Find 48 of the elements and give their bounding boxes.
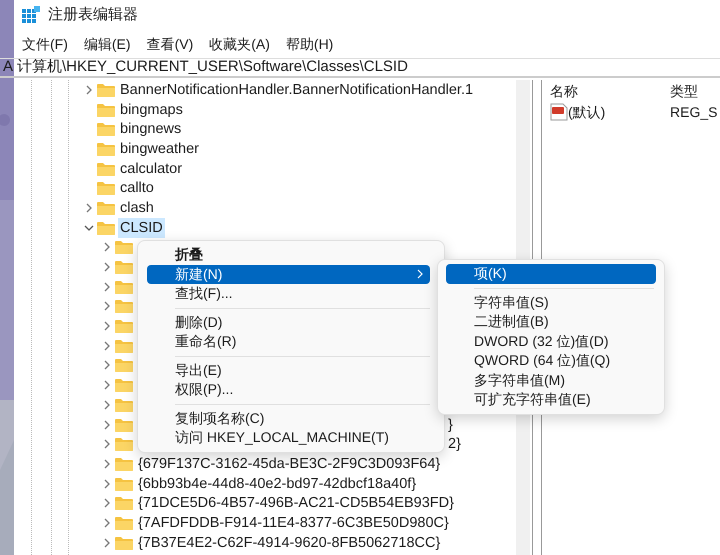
folder-icon [97,122,115,136]
menu-item[interactable]: 多字符串值(M) [446,370,656,390]
menu-item[interactable]: 查找(F)... [147,284,430,304]
menu-item[interactable]: 编辑(E) [76,34,139,54]
menu-item[interactable]: QWORD (64 位)值(Q) [446,351,656,370]
tree-item[interactable]: CLSID [118,218,165,238]
menu-item[interactable]: DWORD (32 位)值(D) [446,332,656,351]
tree-item[interactable]: {7B37E4E2-C62F-4914-9620-8FB5062718CC} [136,532,442,553]
tree-item[interactable]: calculator [118,158,184,179]
tree-item[interactable]: } [446,414,455,435]
value-name[interactable]: (默认) [568,102,606,122]
tree-item[interactable]: {7AFDFDDB-F914-11E4-8377-6C3BE50D980C} [136,512,451,533]
column-header[interactable]: 名称 [550,80,670,102]
folder-icon [115,496,133,510]
menu-item[interactable]: 导出(E) [147,360,430,380]
tree-item[interactable]: bingmaps [118,100,185,120]
menu-item[interactable]: 折叠 [147,245,430,264]
menu-item[interactable]: 查看(V) [138,34,202,54]
string-value-icon [550,103,568,121]
menu-item[interactable]: 可扩充字符串值(E) [446,390,656,410]
menu-item[interactable]: 重命名(R) [147,332,430,352]
app-icon [22,6,40,24]
tree-item[interactable]: {679F137C-3162-45da-BE3C-2F9C3D093F64} [136,454,442,474]
value-type: REG_S [670,102,718,122]
tree-item[interactable]: {6bb93b4e-44d8-40e2-bd97-42dbcf18a40f} [136,474,418,494]
menu-item[interactable]: 二进制值(B) [446,312,656,332]
tree-item[interactable]: BannerNotificationHandler.BannerNotificationHandler.1 [118,80,476,100]
menu-item[interactable]: 访问 HKEY_LOCAL_MACHINE(T) [147,428,430,448]
tree-item[interactable]: bingweather [118,138,201,159]
tree-item[interactable]: callto [118,178,156,198]
window-title: 注册表编辑器 [48,4,138,25]
menu-item[interactable]: 字符串值(S) [446,292,656,312]
tree-item[interactable]: clash [118,198,156,218]
menu-item[interactable]: 文件(F) [14,34,76,54]
tree-item[interactable]: bingnews [118,119,184,140]
menu-item[interactable]: 复制项名称(C) [147,408,430,428]
menu-item[interactable]: 权限(P)... [147,380,430,400]
tree-item[interactable]: 2} [446,434,463,454]
menu-item[interactable]: 收藏夹(A) [201,34,278,54]
address-field[interactable]: 计算机\HKEY_CURRENT_USER\Software\Classes\CLSID [17,59,408,76]
menu-item[interactable]: 新建(N) [147,264,430,284]
menu-item[interactable]: 删除(D) [147,312,430,332]
tree-item[interactable]: {71DCE5D6-4B57-496B-AC21-CD5B54EB93FD} [136,493,456,514]
menu-item[interactable]: 帮助(H) [278,34,342,54]
address-prefix: A [2,59,14,76]
column-header[interactable]: 类型 [670,80,720,102]
folder-icon [97,181,115,196]
menu-item[interactable]: 项(K) [446,264,656,284]
